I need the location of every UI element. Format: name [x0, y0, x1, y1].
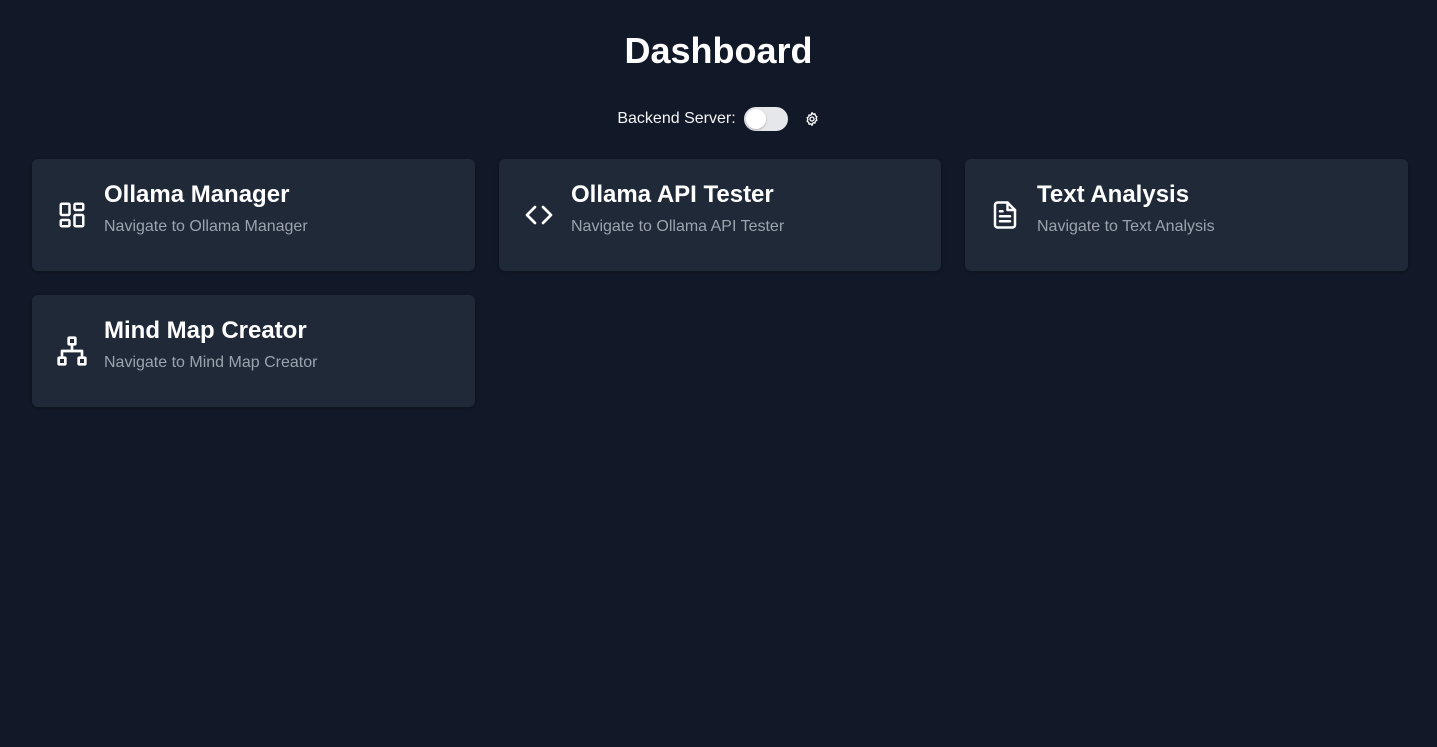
dashboard-grid-icon	[56, 199, 88, 231]
document-icon	[989, 199, 1021, 231]
hierarchy-icon	[56, 335, 88, 367]
card-title: Mind Map Creator	[104, 317, 307, 344]
card-ollama-api-tester[interactable]: Ollama API Tester Navigate to Ollama API…	[499, 159, 941, 271]
card-text: Mind Map Creator Navigate to Mind Map Cr…	[104, 317, 318, 374]
page-title: Dashboard	[624, 30, 813, 71]
tool-cards-grid: Ollama Manager Navigate to Ollama Manage…	[32, 159, 1408, 407]
card-ollama-manager[interactable]: Ollama Manager Navigate to Ollama Manage…	[32, 159, 475, 271]
gear-icon	[806, 112, 818, 126]
card-title: Text Analysis	[1037, 181, 1190, 208]
dashboard-page: Dashboard Backend Server: Ollama Manager…	[0, 0, 1437, 747]
toggle-knob	[745, 109, 766, 129]
server-settings-button[interactable]	[804, 111, 820, 127]
backend-server-label: Backend Server:	[617, 110, 736, 127]
code-icon	[523, 199, 555, 231]
card-title: Ollama API Tester	[571, 181, 774, 208]
card-description: Navigate to Mind Map Creator	[104, 354, 318, 371]
card-text: Ollama Manager Navigate to Ollama Manage…	[104, 181, 308, 238]
backend-server-row: Backend Server:	[0, 106, 1437, 132]
backend-server-toggle[interactable]	[743, 107, 788, 131]
card-title: Ollama Manager	[104, 181, 290, 208]
card-text-analysis[interactable]: Text Analysis Navigate to Text Analysis	[965, 159, 1408, 271]
card-description: Navigate to Ollama Manager	[104, 218, 308, 235]
card-description: Navigate to Text Analysis	[1037, 218, 1215, 235]
card-text: Ollama API Tester Navigate to Ollama API…	[571, 181, 785, 238]
card-mind-map-creator[interactable]: Mind Map Creator Navigate to Mind Map Cr…	[32, 295, 475, 407]
card-description: Navigate to Ollama API Tester	[571, 218, 785, 235]
card-text: Text Analysis Navigate to Text Analysis	[1037, 181, 1215, 238]
